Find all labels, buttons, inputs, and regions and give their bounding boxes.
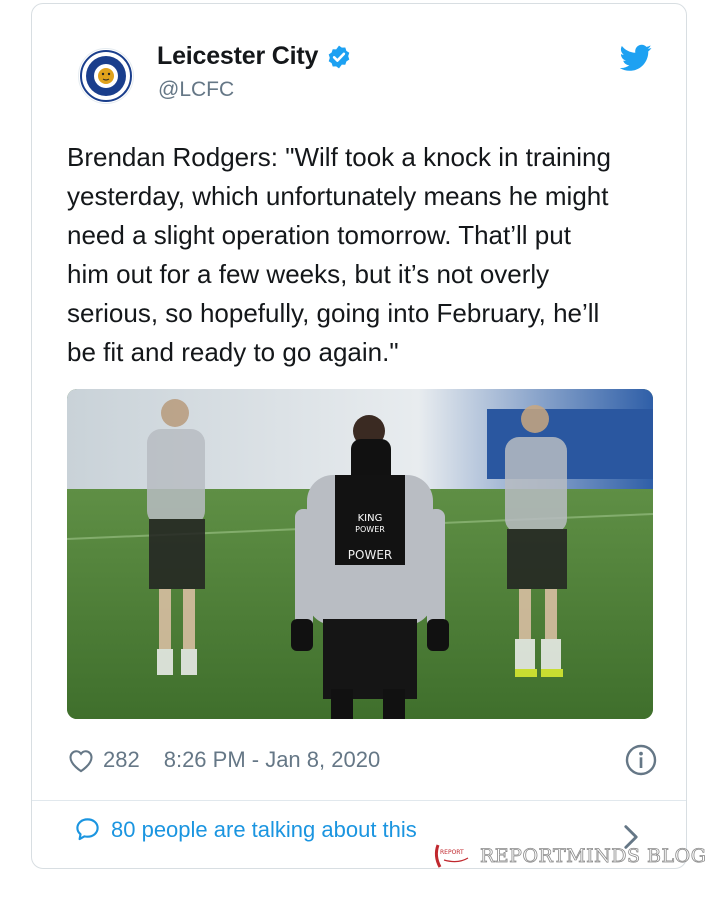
reportminds-logo-icon: REPORT [434,844,469,868]
info-icon[interactable] [625,744,657,776]
watermark-text: REPORTMINDS BLOG [480,845,707,868]
like-count[interactable]: 282 [103,747,140,773]
watermark: REPORT REPORTMINDS BLOG [432,842,706,870]
account-name[interactable]: Leicester City [157,42,318,71]
tweet-photo[interactable]: KING POWER POWER [67,389,653,719]
divider [32,800,686,801]
svg-text:KING: KING [358,513,383,524]
tweet-header: Leicester City @LCFC [32,4,686,114]
speech-bubble-icon [76,818,99,841]
tweet-timestamp[interactable]: 8:26 PM - Jan 8, 2020 [164,747,380,773]
avatar[interactable] [78,48,134,104]
verified-badge-icon [328,45,350,68]
conversation-link[interactable]: 80 people are talking about this [74,816,417,843]
tweet-meta: 282 8:26 PM - Jan 8, 2020 [67,742,657,778]
watermark-logo-text: REPORT [440,849,464,856]
tweet-text: Brendan Rodgers: "Wilf took a knock in t… [67,142,611,367]
twitter-bird-icon[interactable] [620,44,652,72]
account-handle[interactable]: @LCFC [158,78,234,102]
name-row: Leicester City [157,42,352,71]
svg-text:POWER: POWER [355,525,385,534]
talking-count-link[interactable]: 80 people are talking about this [111,817,417,843]
heart-icon[interactable] [67,747,95,773]
tweet-card: Leicester City @LCFC Brendan Rodgers: "W… [31,3,687,869]
svg-text:POWER: POWER [348,548,392,562]
lcfc-crest-icon [80,50,132,102]
training-photo: KING POWER POWER [67,389,653,719]
